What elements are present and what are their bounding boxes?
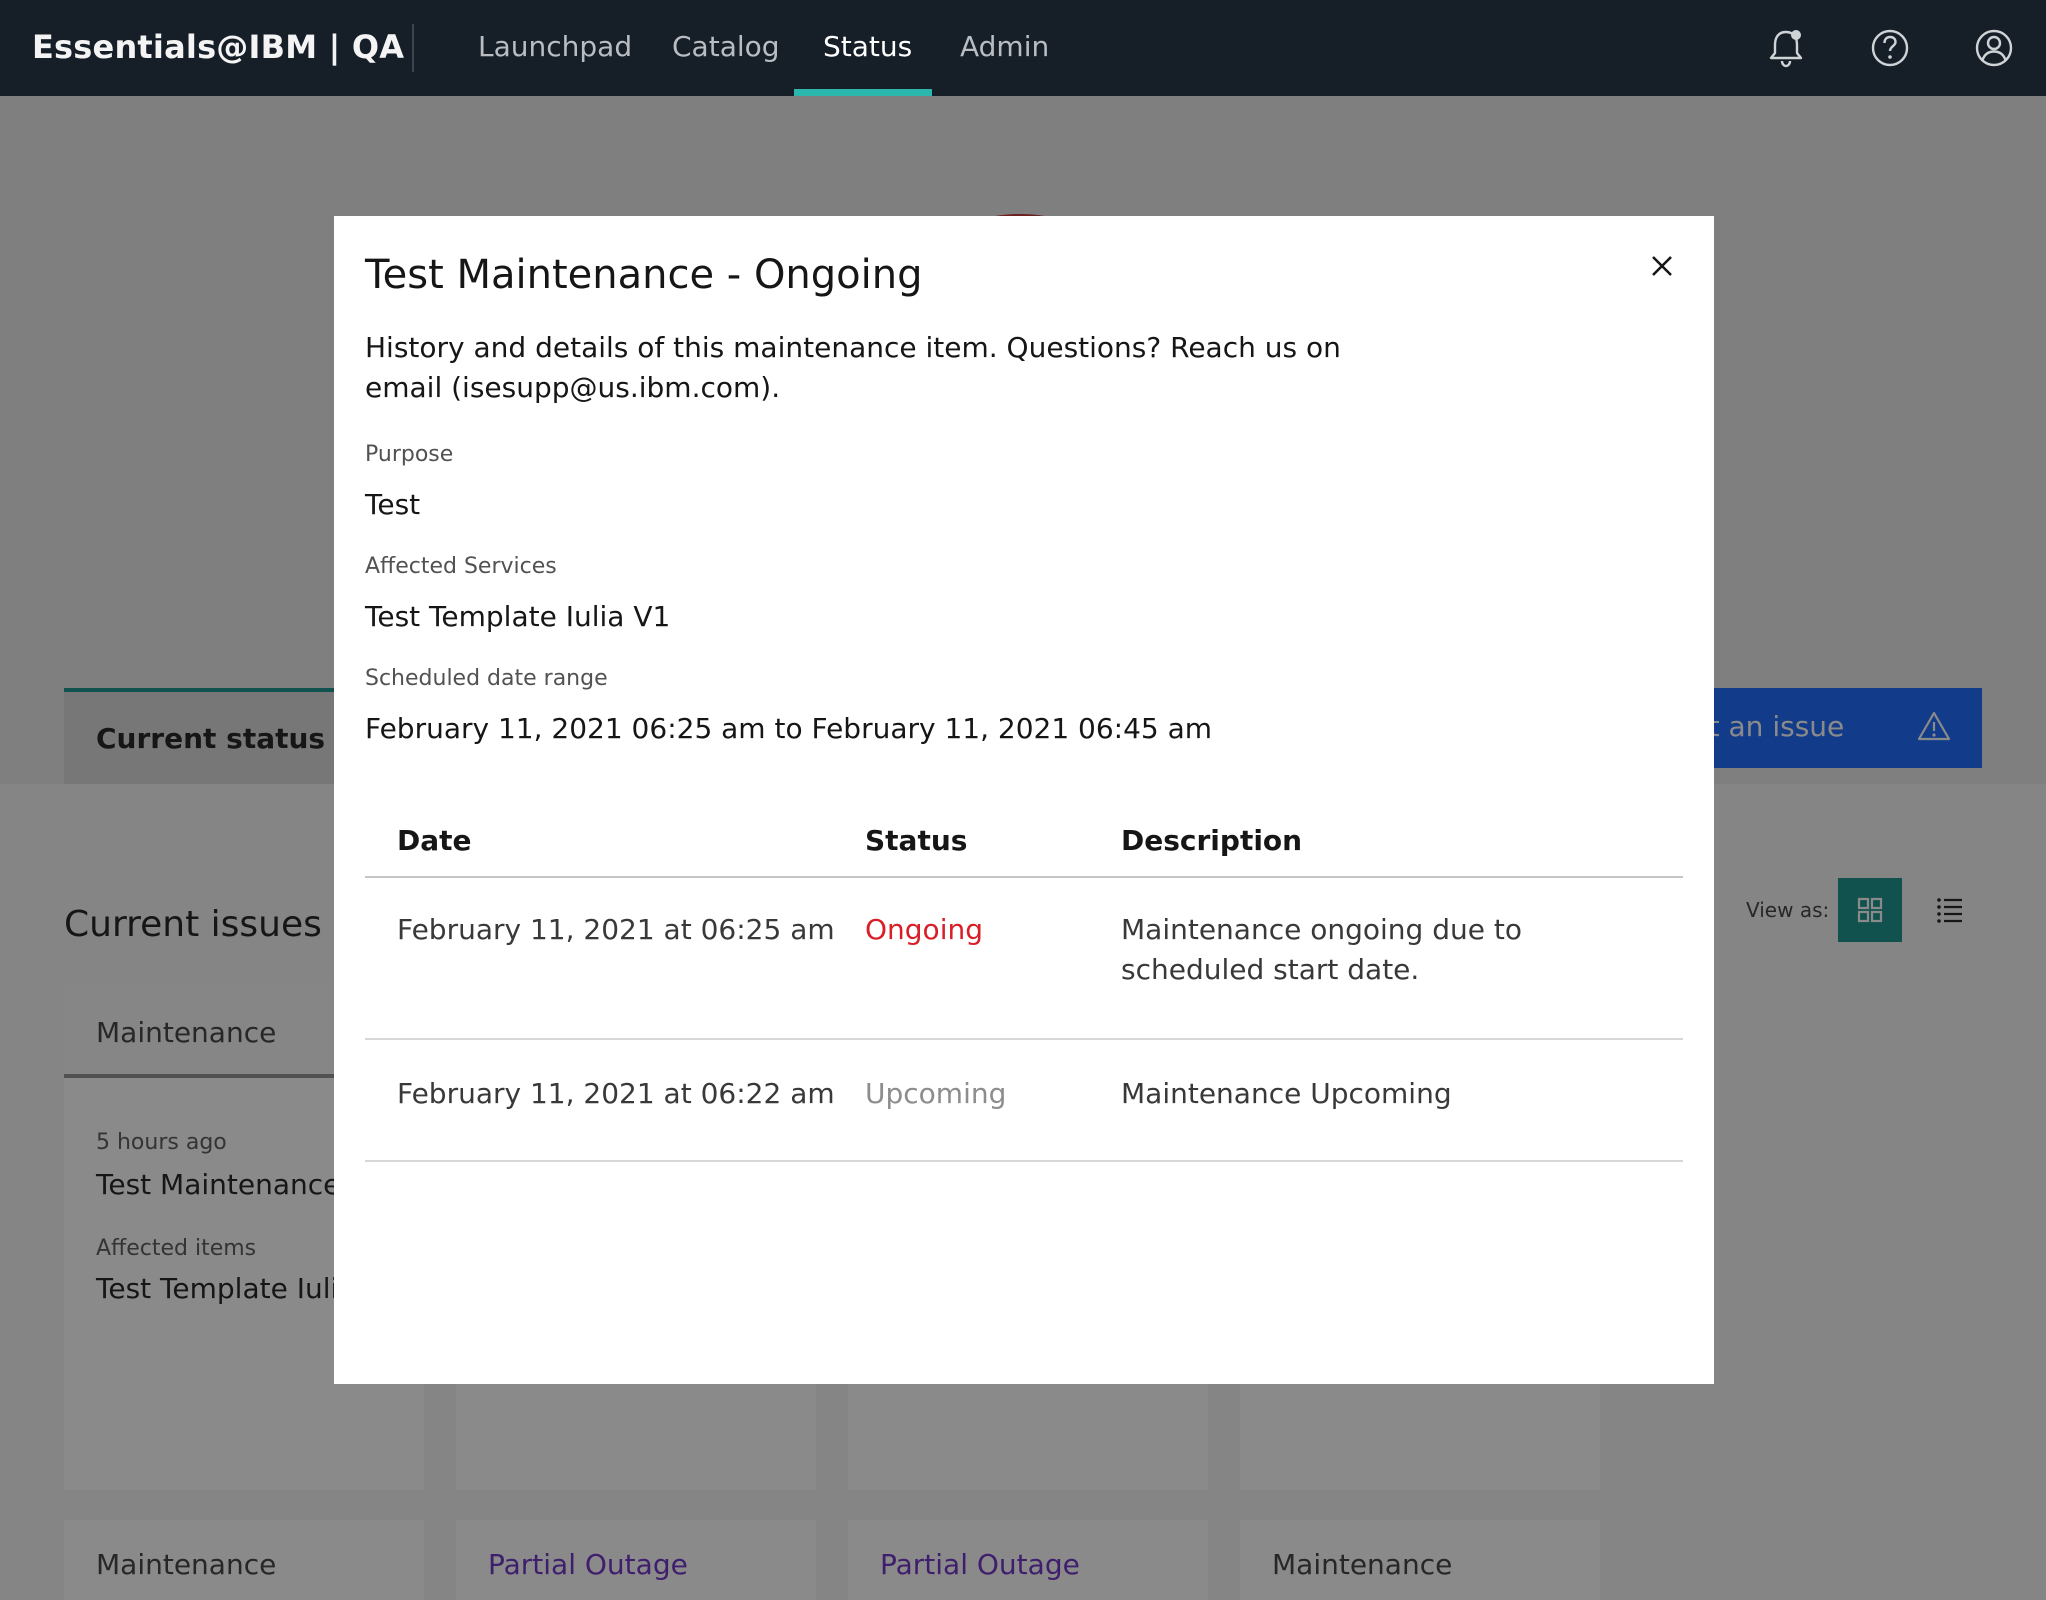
scheduled-range-value: February 11, 2021 06:25 am to February 1… bbox=[365, 712, 1213, 745]
notification-icon[interactable] bbox=[1764, 26, 1808, 70]
row-description: Maintenance Upcoming bbox=[1121, 1077, 1452, 1110]
app-brand[interactable]: Essentials@IBM | QA bbox=[32, 28, 404, 66]
history-table: Date Status Description February 11, 202… bbox=[365, 796, 1683, 1162]
row-status: Upcoming bbox=[865, 1077, 1007, 1110]
help-icon[interactable] bbox=[1868, 26, 1912, 70]
top-navigation-bar: Essentials@IBM | QA Launchpad Catalog St… bbox=[0, 0, 2046, 96]
affected-services-value: Test Template Iulia V1 bbox=[365, 600, 671, 633]
purpose-value: Test bbox=[365, 488, 421, 521]
row-date: February 11, 2021 at 06:25 am bbox=[397, 913, 835, 946]
nav-admin[interactable]: Admin bbox=[960, 30, 1049, 63]
column-header-date: Date bbox=[397, 824, 472, 857]
table-header: Date Status Description bbox=[365, 796, 1683, 878]
purpose-label: Purpose bbox=[365, 442, 454, 467]
nav-launchpad[interactable]: Launchpad bbox=[478, 30, 632, 63]
table-row: February 11, 2021 at 06:25 am Ongoing Ma… bbox=[365, 878, 1683, 1040]
brand-divider bbox=[412, 24, 414, 72]
column-header-description: Description bbox=[1121, 824, 1303, 857]
modal-title: Test Maintenance - Ongoing bbox=[365, 252, 923, 298]
table-row: February 11, 2021 at 06:22 am Upcoming M… bbox=[365, 1040, 1683, 1162]
row-description: Maintenance ongoing due to scheduled sta… bbox=[1121, 913, 1522, 986]
affected-services-label: Affected Services bbox=[365, 554, 557, 579]
close-icon[interactable] bbox=[1640, 244, 1684, 288]
maintenance-detail-modal: Test Maintenance - Ongoing History and d… bbox=[334, 216, 1714, 1384]
nav-catalog[interactable]: Catalog bbox=[672, 30, 780, 63]
row-status: Ongoing bbox=[865, 913, 983, 946]
scheduled-range-label: Scheduled date range bbox=[365, 666, 608, 691]
modal-description: History and details of this maintenance … bbox=[365, 331, 1341, 404]
nav-status[interactable]: Status bbox=[823, 30, 912, 63]
row-date: February 11, 2021 at 06:22 am bbox=[397, 1077, 835, 1110]
active-nav-indicator bbox=[794, 89, 932, 96]
column-header-status: Status bbox=[865, 824, 968, 857]
user-avatar-icon[interactable] bbox=[1972, 26, 2016, 70]
